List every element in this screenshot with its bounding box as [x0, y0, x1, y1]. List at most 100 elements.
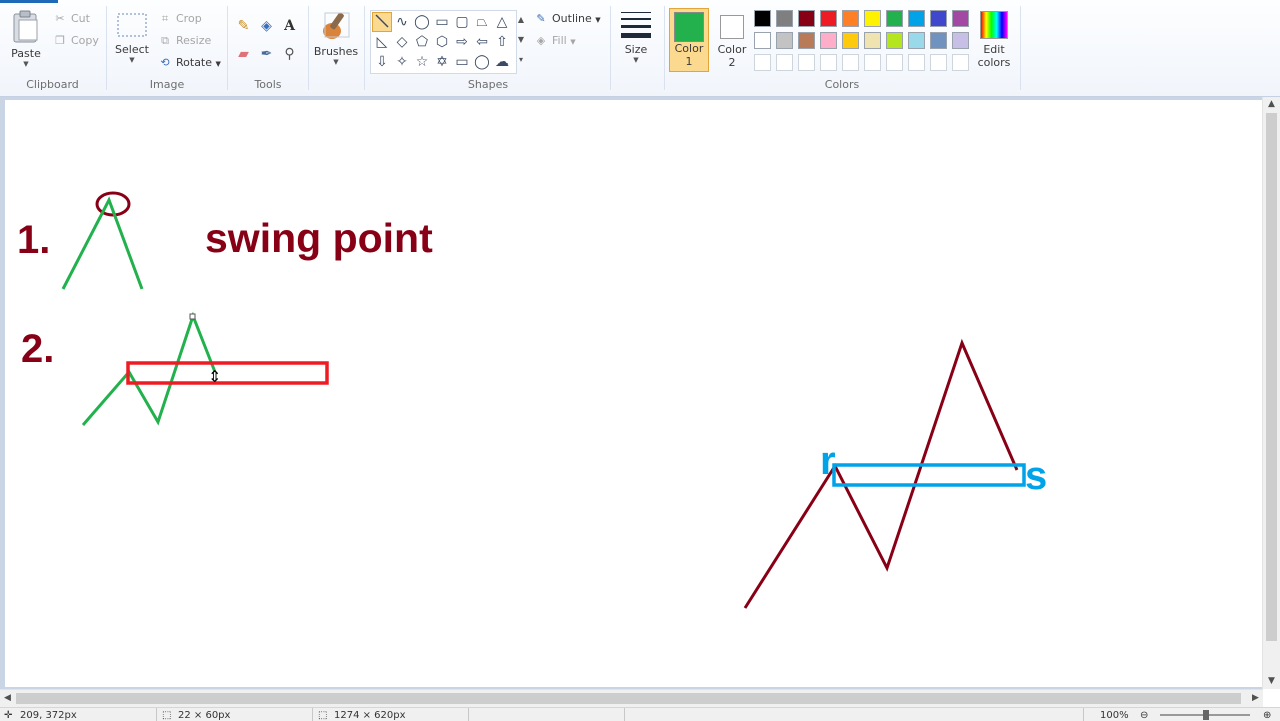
fill-button[interactable]: ◈ Fill ▼ — [533, 32, 576, 50]
custom-color-slot[interactable] — [930, 54, 947, 71]
palette-swatch[interactable] — [886, 10, 903, 27]
custom-color-slot[interactable] — [952, 54, 969, 71]
divider — [624, 708, 625, 721]
palette-swatch[interactable] — [776, 32, 793, 49]
palette-swatch[interactable] — [842, 10, 859, 27]
custom-color-slot[interactable] — [908, 54, 925, 71]
brushes-button[interactable]: Brushes ▼ — [313, 8, 359, 72]
pentagon-shape-icon[interactable]: ⬠ — [412, 32, 432, 52]
scroll-down-icon[interactable]: ▼ — [515, 30, 527, 50]
palette-swatch[interactable] — [952, 10, 969, 27]
custom-color-slot[interactable] — [886, 54, 903, 71]
five-point-star-shape-icon[interactable]: ☆ — [412, 52, 432, 72]
horizontal-scrollbar[interactable]: ◀ ▶ — [0, 689, 1263, 707]
oval-callout-shape-icon[interactable]: ◯ — [472, 52, 492, 72]
resize-handle[interactable] — [189, 313, 196, 320]
custom-color-slot[interactable] — [776, 54, 793, 71]
crop-button[interactable]: ⌗ Crop — [157, 10, 202, 28]
eraser-icon[interactable]: ▰ — [233, 44, 254, 65]
palette-swatch[interactable] — [754, 10, 771, 27]
canvas-drawing: 1. swing point 2. ⇕ r s — [17, 191, 1047, 609]
custom-color-slot[interactable] — [798, 54, 815, 71]
palette-swatch[interactable] — [754, 32, 771, 49]
cursor-position: 209, 372px — [20, 710, 77, 721]
palette-swatch[interactable] — [952, 32, 969, 49]
polygon-shape-icon[interactable]: ⏢ — [472, 12, 492, 32]
horizontal-scroll-thumb[interactable] — [16, 693, 1241, 704]
curve-shape-icon[interactable]: ∿ — [392, 12, 412, 32]
selection-size: 22 × 60px — [178, 710, 231, 721]
tools-group-label: Tools — [254, 78, 282, 91]
magnifier-icon[interactable]: ⚲ — [279, 44, 300, 65]
diamond-shape-icon[interactable]: ◇ — [392, 32, 412, 52]
custom-color-slot[interactable] — [864, 54, 881, 71]
palette-swatch[interactable] — [908, 32, 925, 49]
scroll-up-icon[interactable]: ▲ — [515, 10, 527, 30]
right-arrow-shape-icon[interactable]: ⇨ — [452, 32, 472, 52]
shapes-scroll[interactable]: ▲ ▼ ▾ — [515, 10, 527, 72]
color1-selector[interactable]: Color 1 — [669, 8, 709, 72]
shapes-group-label: Shapes — [467, 78, 509, 91]
zoom-slider-thumb[interactable] — [1203, 710, 1209, 720]
fill-bucket-icon[interactable]: ◈ — [256, 16, 277, 37]
custom-color-slot[interactable] — [820, 54, 837, 71]
line-size-icon — [621, 12, 651, 38]
resize-button[interactable]: ⧉ Resize — [157, 32, 211, 50]
palette-swatch[interactable] — [908, 10, 925, 27]
custom-color-slot[interactable] — [842, 54, 859, 71]
up-arrow-shape-icon[interactable]: ⇧ — [492, 32, 512, 52]
color-picker-icon[interactable]: ✒ — [256, 44, 277, 65]
size-button[interactable]: Size ▼ — [615, 8, 657, 72]
shapes-gallery: ∿ ◯ ▭ ▢ ⏢ △ ◺ ◇ ⬠ ⬡ ⇨ ⇦ ⇧ ⇩ ✧ ☆ ✡ ▭ ◯ ☁ — [370, 10, 517, 74]
left-arrow-shape-icon[interactable]: ⇦ — [472, 32, 492, 52]
text-icon[interactable]: A — [279, 16, 300, 37]
palette-swatch[interactable] — [842, 32, 859, 49]
edit-colors-button[interactable]: Edit colors — [975, 8, 1013, 74]
palette-swatch[interactable] — [820, 32, 837, 49]
four-point-star-shape-icon[interactable]: ✧ — [392, 52, 412, 72]
custom-color-slot[interactable] — [754, 54, 771, 71]
outline-button[interactable]: ✎ Outline ▼ — [533, 10, 600, 28]
color2-selector[interactable]: Color 2 — [713, 8, 751, 72]
line-shape-icon[interactable] — [372, 12, 392, 32]
cloud-callout-shape-icon[interactable]: ☁ — [492, 52, 512, 72]
palette-swatch[interactable] — [798, 32, 815, 49]
drawing-canvas[interactable]: 1. swing point 2. ⇕ r s — [5, 100, 1265, 687]
vertical-scrollbar[interactable]: ▲ ▼ — [1262, 97, 1280, 689]
palette-swatch[interactable] — [776, 10, 793, 27]
rectangle-shape-icon[interactable]: ▭ — [432, 12, 452, 32]
right-triangle-shape-icon[interactable]: ◺ — [372, 32, 392, 52]
label-one: 1. — [17, 218, 50, 262]
paste-label: Paste — [11, 47, 41, 60]
palette-swatch[interactable] — [820, 10, 837, 27]
palette-swatch[interactable] — [864, 32, 881, 49]
palette-swatch[interactable] — [886, 32, 903, 49]
hexagon-shape-icon[interactable]: ⬡ — [432, 32, 452, 52]
scroll-left-arrow-icon[interactable]: ◀ — [0, 691, 15, 706]
palette-swatch[interactable] — [930, 32, 947, 49]
zoom-in-icon[interactable]: ⊕ — [1263, 710, 1271, 721]
scroll-up-arrow-icon[interactable]: ▲ — [1264, 97, 1279, 112]
rounded-rectangle-shape-icon[interactable]: ▢ — [452, 12, 472, 32]
paste-button[interactable]: Paste ▼ — [6, 10, 46, 74]
divider — [468, 708, 469, 721]
down-arrow-shape-icon[interactable]: ⇩ — [372, 52, 392, 72]
copy-button[interactable]: ❐ Copy — [52, 32, 99, 50]
oval-shape-icon[interactable]: ◯ — [412, 12, 432, 32]
expand-gallery-icon[interactable]: ▾ — [515, 50, 527, 70]
select-button[interactable]: Select ▼ — [113, 10, 151, 74]
palette-swatch[interactable] — [798, 10, 815, 27]
scroll-right-arrow-icon[interactable]: ▶ — [1248, 691, 1263, 706]
zoom-out-icon[interactable]: ⊖ — [1140, 710, 1148, 721]
palette-swatch[interactable] — [864, 10, 881, 27]
cut-button[interactable]: ✂ Cut — [52, 10, 90, 28]
pencil-icon[interactable]: ✎ — [233, 16, 254, 37]
scroll-down-arrow-icon[interactable]: ▼ — [1264, 674, 1279, 689]
vertical-scroll-thumb[interactable] — [1266, 113, 1277, 641]
rect-callout-shape-icon[interactable]: ▭ — [452, 52, 472, 72]
rotate-button[interactable]: ⟲ Rotate ▼ — [157, 54, 221, 72]
triangle-shape-icon[interactable]: △ — [492, 12, 512, 32]
palette-swatch[interactable] — [930, 10, 947, 27]
six-point-star-shape-icon[interactable]: ✡ — [432, 52, 452, 72]
selection-icon: ⬚ — [162, 710, 172, 721]
